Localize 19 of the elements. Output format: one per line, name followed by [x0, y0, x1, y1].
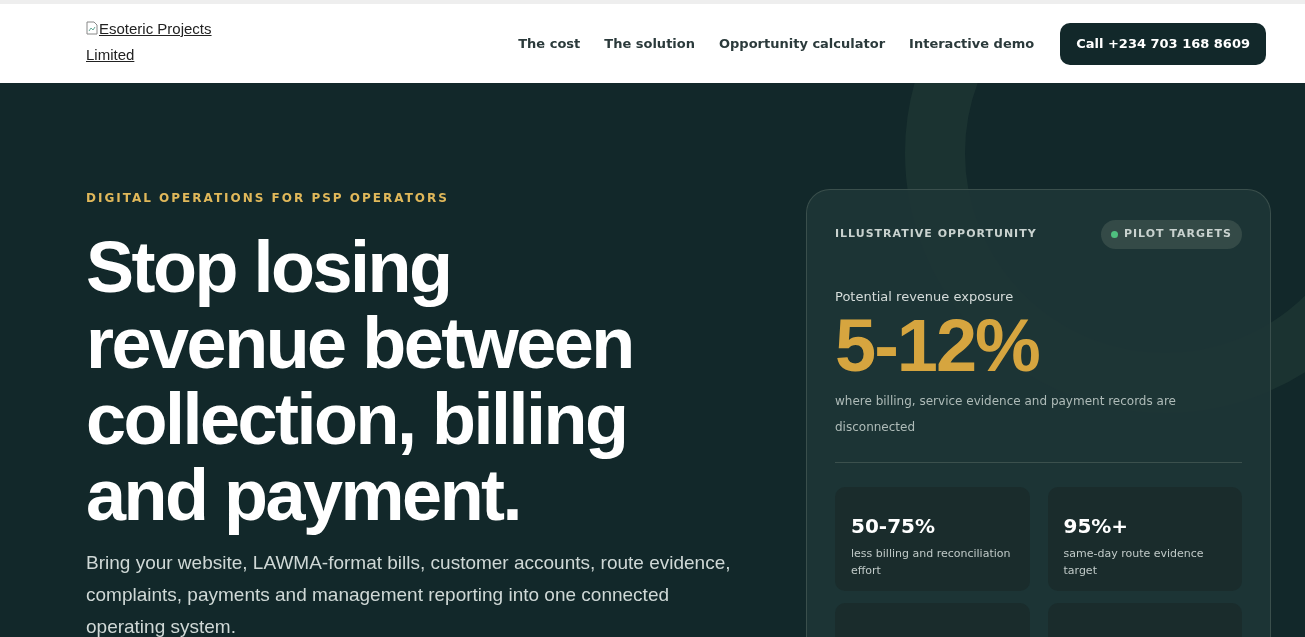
broken-image-icon	[86, 21, 98, 35]
stat-label: less billing and reconciliation effort	[851, 546, 1012, 579]
hero-description: Bring your website, LAWMA-format bills, customer accounts, route evidence, complaints, payments and management reporting into one connected operating system.	[86, 551, 732, 637]
status-badge: PILOT TARGETS	[1100, 220, 1242, 249]
nav-link[interactable]: Interactive demo	[909, 33, 1035, 54]
stat-value: 95%+	[1063, 513, 1130, 540]
figure-note: where billing, service evidence and payment records are disconnected	[835, 393, 1177, 436]
stat-value: 50-75%	[851, 513, 936, 540]
card-label: ILLUSTRATIVE OPPORTUNITY	[835, 226, 1037, 242]
revenue-figure: 5-12%	[835, 310, 1040, 382]
eyebrow-text: DIGITAL OPERATIONS FOR PSP OPERATORS	[86, 190, 450, 207]
hero-headline: Stop losing revenue between collection, billing and payment.	[86, 229, 634, 533]
call-button[interactable]: Call +234 703 168 8609	[1060, 22, 1266, 65]
nav-link[interactable]: The solution	[604, 33, 695, 54]
nav-link[interactable]: The cost	[518, 33, 581, 54]
stat-label: same-day route evidence target	[1063, 546, 1205, 579]
nav-link[interactable]: Opportunity calculator	[719, 33, 886, 54]
logo-link[interactable]: Esoteric Projects Limited	[86, 16, 236, 68]
figure-caption: Potential revenue exposure	[835, 287, 1015, 306]
